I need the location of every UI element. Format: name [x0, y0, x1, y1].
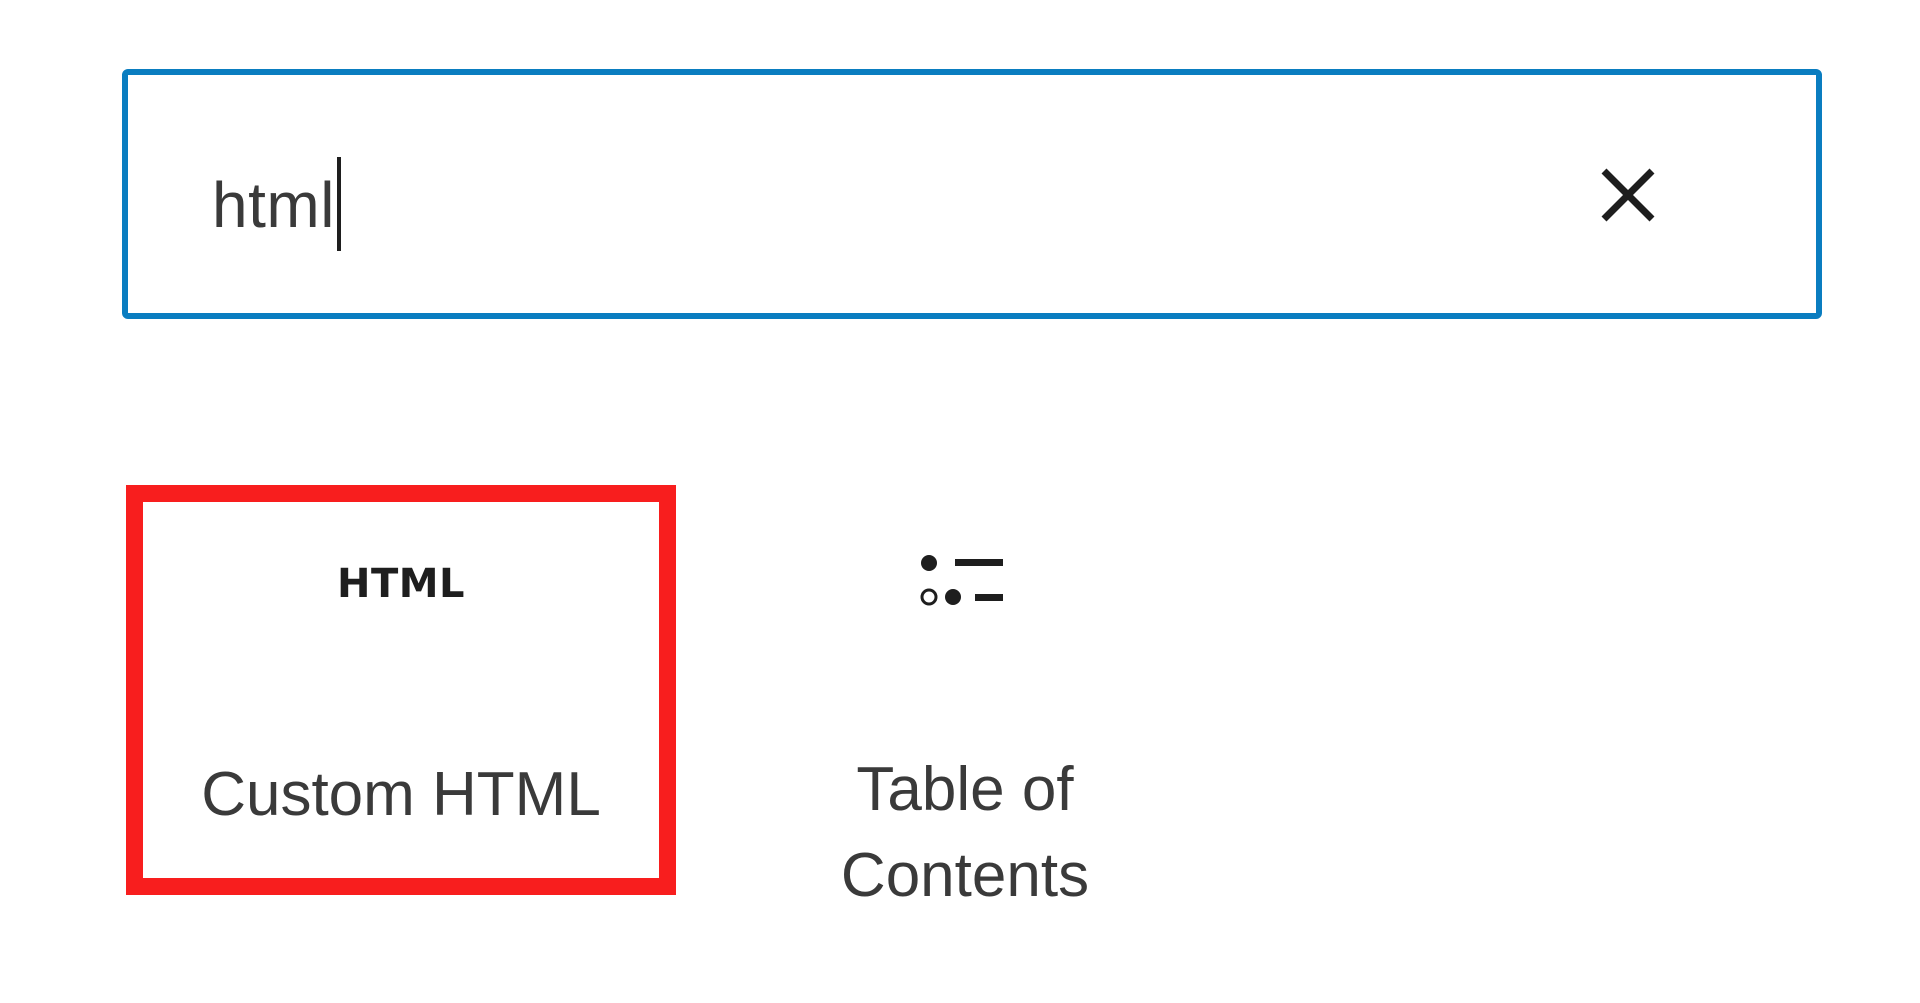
text-caret [336, 157, 341, 251]
search-input[interactable]: html [212, 157, 341, 257]
html-icon-text: HTML [336, 561, 466, 607]
block-inserter-panel: html HTML Custom HTML Table of Contents [0, 0, 1920, 1003]
html-block-icon: HTML [143, 544, 659, 624]
block-item-label: Custom HTML [201, 760, 601, 829]
close-icon [1601, 168, 1655, 222]
block-search-field[interactable]: html [122, 69, 1822, 319]
search-input-value[interactable]: html [212, 169, 335, 241]
clear-search-button[interactable] [1568, 135, 1688, 255]
block-item-table-of-contents[interactable]: Table of Contents [760, 485, 1170, 915]
block-item-custom-html[interactable]: HTML Custom HTML [126, 485, 676, 895]
table-of-contents-icon [760, 545, 1170, 625]
block-item-label: Table of Contents [840, 755, 1090, 910]
